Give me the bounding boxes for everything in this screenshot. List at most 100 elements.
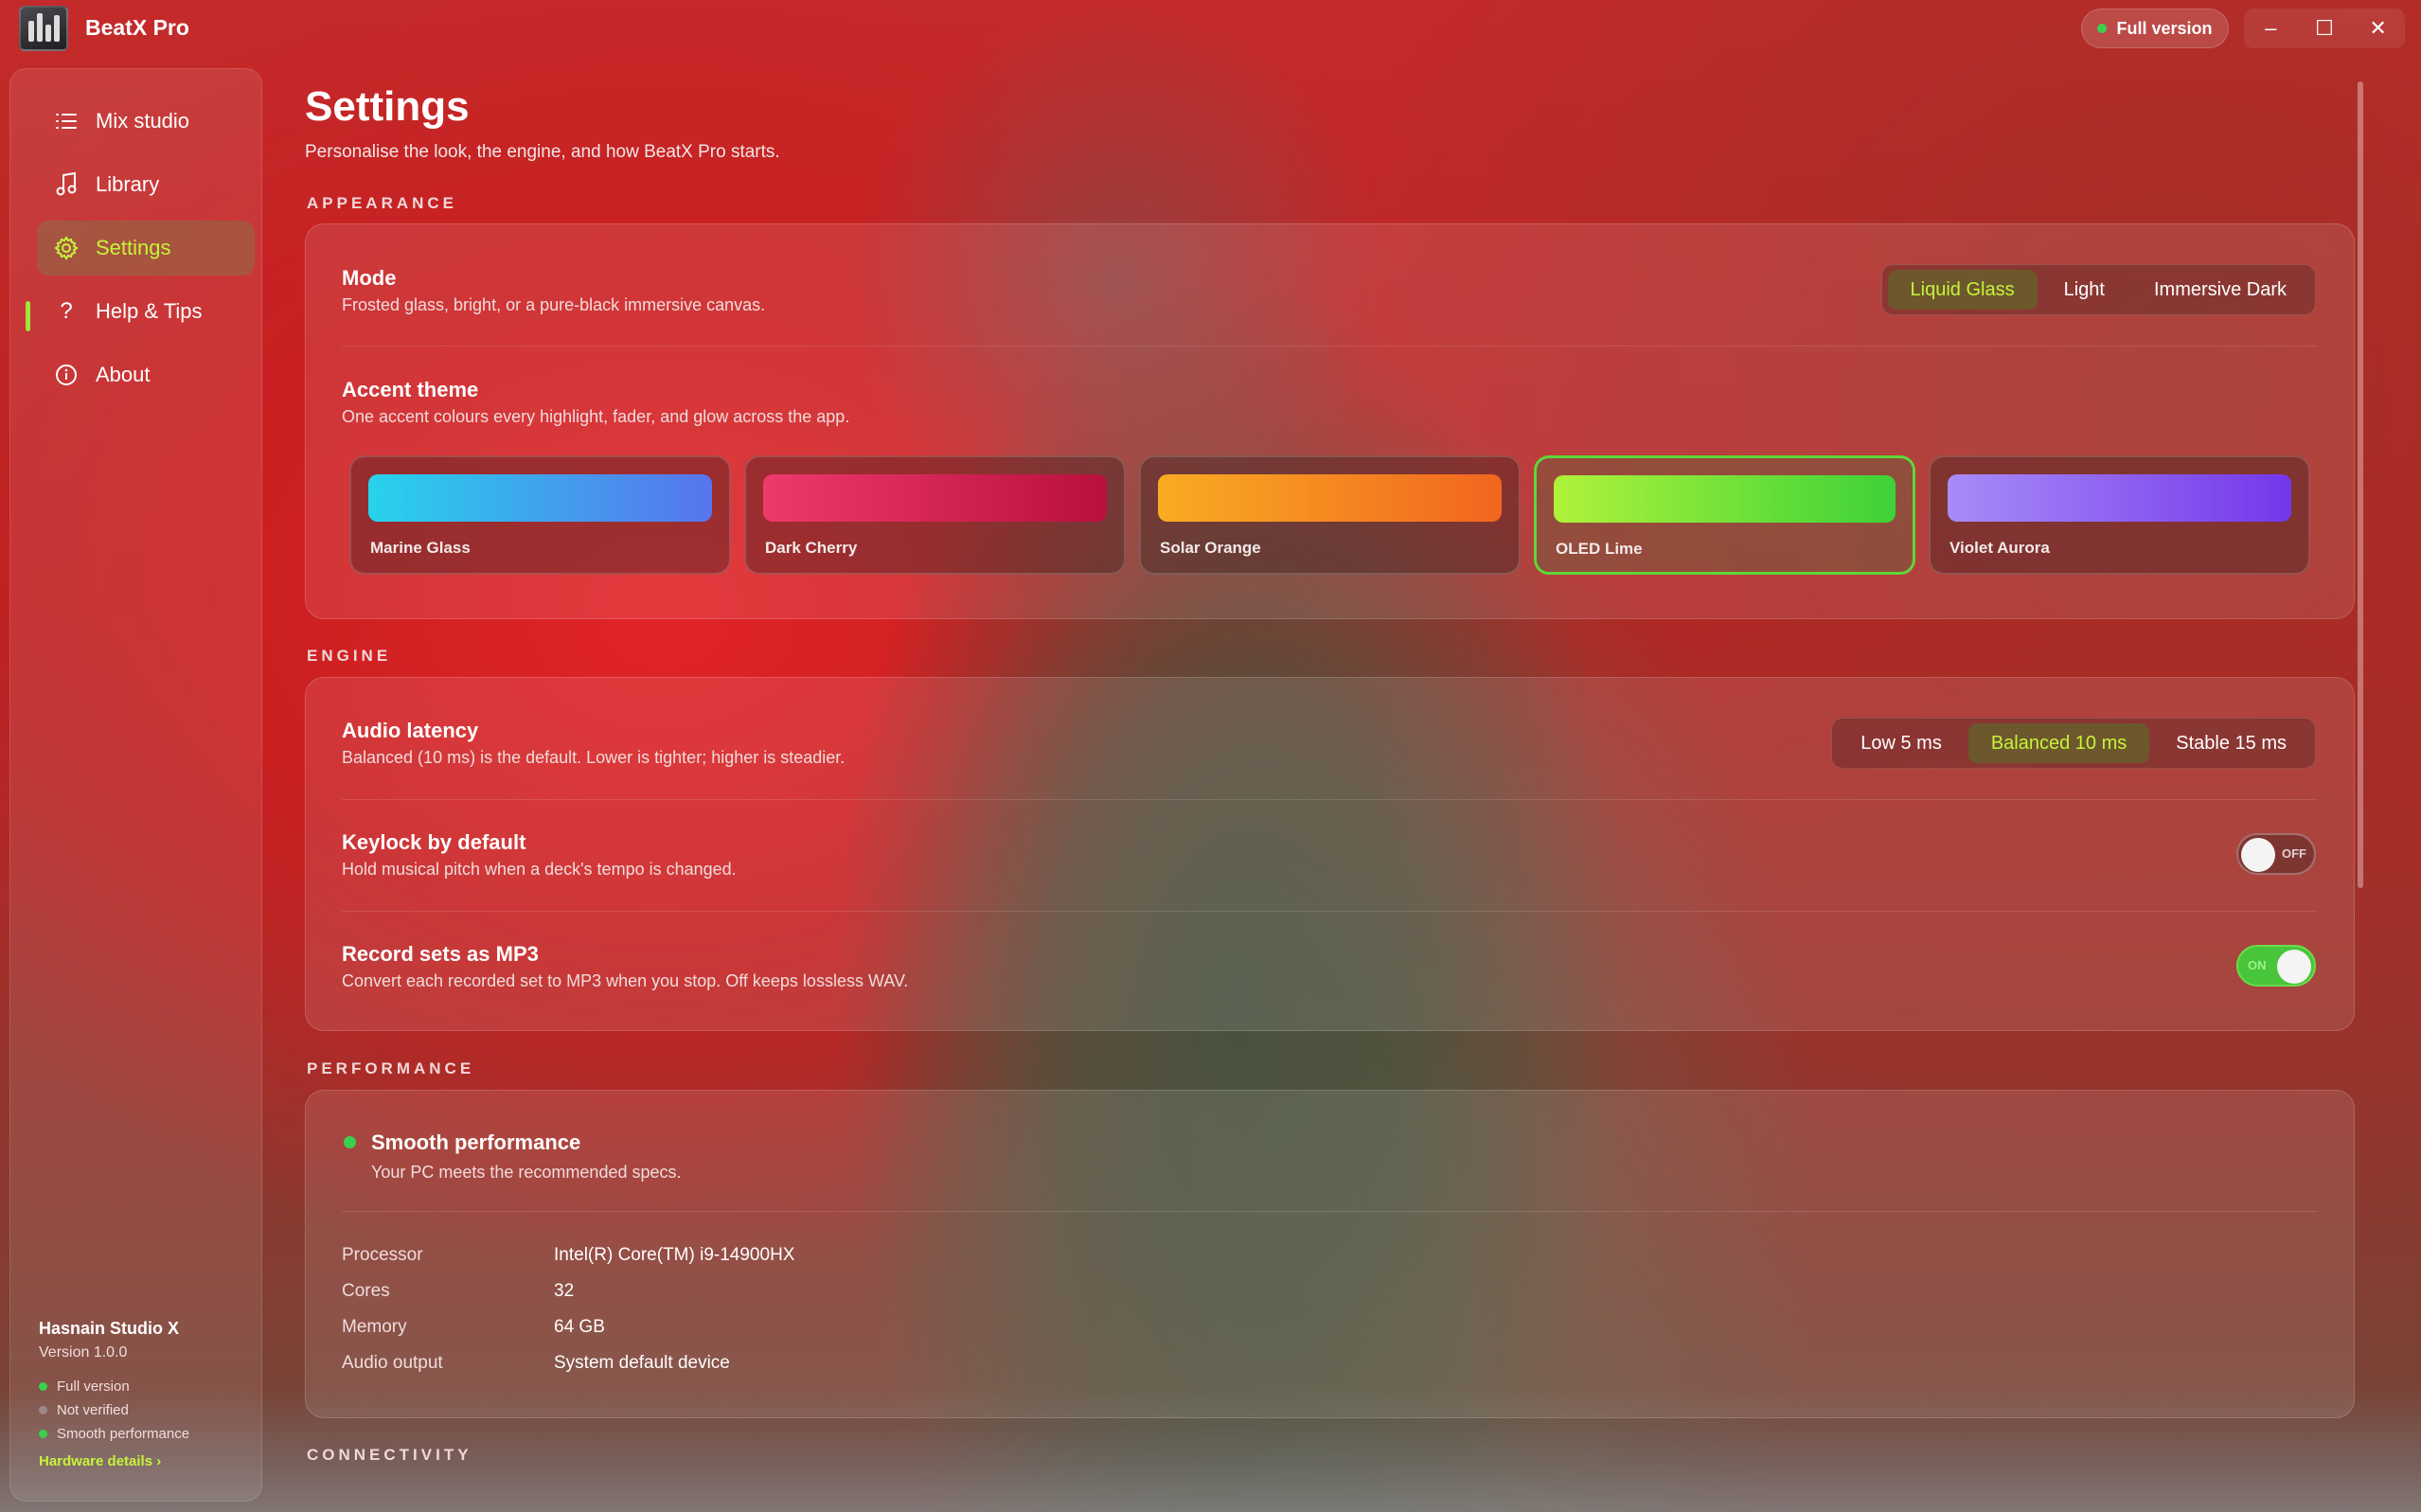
status-label: Not verified [57,1402,129,1418]
sidebar-footer: Hasnain Studio X Version 1.0.0 Full vers… [39,1319,189,1469]
spec-key: Memory [342,1317,407,1337]
status-label: Smooth performance [57,1426,190,1442]
accent-theme-name: OLED Lime [1556,540,1643,558]
maximize-icon[interactable]: ☐ [2301,16,2348,41]
engine-card: Audio latency Balanced (10 ms) is the de… [305,677,2355,1031]
accent-theme-name: Violet Aurora [1949,539,2050,557]
spec-value: System default device [554,1353,730,1373]
status-not-verified: Not verified [39,1398,189,1422]
toggle-state-label: OFF [2282,846,2306,861]
toggle-knob [2277,950,2311,984]
title-bar: BeatX Pro Full version – ☐ ✕ [0,0,2421,59]
hardware-details-link[interactable]: Hardware details › [39,1453,189,1469]
record-mp3-description: Convert each recorded set to MP3 when yo… [342,971,909,990]
version-badge-label: Full version [2116,18,2213,38]
page-subtitle: Personalise the look, the engine, and ho… [305,142,780,162]
info-icon [52,364,80,386]
status-smooth-performance: Smooth performance [39,1422,189,1446]
sidebar-item-label: Help & Tips [96,299,203,323]
sidebar-item-library[interactable]: Library [37,157,255,212]
section-label-engine: ENGINE [307,647,392,665]
close-icon[interactable]: ✕ [2355,16,2402,41]
spec-value: Intel(R) Core(TM) i9-14900HX [554,1245,795,1265]
app-logo [19,6,68,51]
sidebar-item-help-tips[interactable]: ? Help & Tips [37,284,255,339]
sidebar-item-mix-studio[interactable]: Mix studio [37,94,255,149]
accent-theme-oled-lime[interactable]: OLED Lime [1534,455,1915,575]
performance-status-title: Smooth performance [371,1130,581,1154]
mode-title: Mode [342,266,397,290]
spec-value: 64 GB [554,1317,605,1337]
accent-theme-name: Marine Glass [370,539,471,557]
window-controls: – ☐ ✕ [2244,9,2405,48]
accent-theme-description: One accent colours every highlight, fade… [342,407,850,426]
latency-selector: Low 5 ms Balanced 10 ms Stable 15 ms [1831,718,2316,769]
org-name: Hasnain Studio X [39,1319,180,1338]
section-label-appearance: APPEARANCE [307,194,458,212]
performance-card: Smooth performance Your PC meets the rec… [305,1090,2355,1418]
performance-status-dot-icon [344,1136,356,1148]
sidebar-item-about[interactable]: About [37,347,255,402]
mode-option-immersive-dark[interactable]: Immersive Dark [2131,270,2309,310]
sidebar-item-label: Settings [96,236,171,259]
mode-selector: Liquid Glass Light Immersive Dark [1880,264,2316,315]
mode-option-light[interactable]: Light [2041,270,2127,310]
sidebar-item-settings[interactable]: Settings [37,221,255,276]
spec-row-cores: Cores 32 [342,1281,574,1302]
accent-swatch [1948,474,2291,522]
status-dot-icon [39,1406,47,1414]
record-mp3-toggle[interactable]: ON [2236,945,2316,987]
spec-key: Processor [342,1245,423,1265]
audio-latency-description: Balanced (10 ms) is the default. Lower i… [342,748,846,767]
gear-icon [52,236,80,260]
status-dot-icon [2097,24,2108,33]
minimize-icon[interactable]: – [2247,16,2294,41]
accent-swatch [368,474,712,522]
status-label: Full version [57,1379,130,1395]
appearance-card: Mode Frosted glass, bright, or a pure-bl… [305,223,2355,619]
audio-latency-title: Audio latency [342,719,479,742]
section-label-performance: PERFORMANCE [307,1059,475,1077]
active-nav-indicator [26,301,30,331]
accent-theme-dark-cherry[interactable]: Dark Cherry [744,455,1126,575]
spec-key: Cores [342,1281,390,1301]
accent-theme-marine-glass[interactable]: Marine Glass [349,455,731,575]
sidebar-item-label: About [96,363,151,386]
accent-swatch [1554,475,1896,523]
music-note-icon [52,172,80,197]
accent-swatch [1158,474,1502,522]
sidebar-item-label: Mix studio [96,109,190,133]
keylock-description: Hold musical pitch when a deck's tempo i… [342,860,737,879]
spec-row-processor: Processor Intel(R) Core(TM) i9-14900HX [342,1245,794,1266]
mode-description: Frosted glass, bright, or a pure-black i… [342,295,766,314]
divider [342,799,2318,800]
spec-row-audio-output: Audio output System default device [342,1353,730,1374]
sidebar: Mix studio Library Settings ? Help & Tip… [9,68,262,1502]
toggle-knob [2241,838,2275,872]
sidebar-item-label: Library [96,172,160,196]
status-full-version: Full version [39,1375,189,1398]
spec-key: Audio output [342,1353,443,1373]
divider [342,346,2318,347]
accent-theme-name: Dark Cherry [765,539,858,557]
accent-theme-violet-aurora[interactable]: Violet Aurora [1929,455,2310,575]
accent-swatch [763,474,1107,522]
question-icon: ? [60,298,73,324]
spec-row-memory: Memory 64 GB [342,1317,605,1338]
keylock-toggle[interactable]: OFF [2236,833,2316,875]
latency-option-balanced[interactable]: Balanced 10 ms [1967,723,2150,763]
full-version-badge[interactable]: Full version [2081,9,2229,48]
divider [342,1211,2318,1212]
accent-theme-name: Solar Orange [1160,539,1261,557]
app-title: BeatX Pro [85,15,189,40]
latency-option-stable[interactable]: Stable 15 ms [2153,723,2309,763]
app-version: Version 1.0.0 [39,1344,128,1361]
latency-option-low[interactable]: Low 5 ms [1838,723,1965,763]
page-title: Settings [305,83,470,130]
divider [342,911,2318,912]
accent-theme-solar-orange[interactable]: Solar Orange [1139,455,1521,575]
spec-value: 32 [554,1281,575,1301]
scrollbar[interactable] [2358,81,2363,888]
list-icon [52,112,80,131]
mode-option-liquid-glass[interactable]: Liquid Glass [1887,270,2038,310]
